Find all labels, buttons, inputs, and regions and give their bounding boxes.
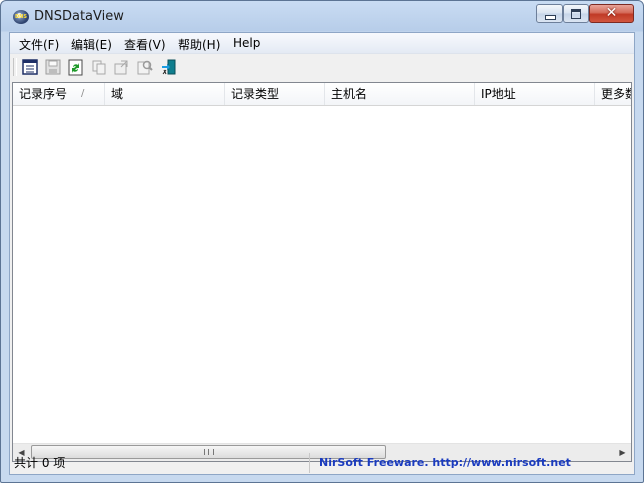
- column-label: IP地址: [481, 87, 516, 101]
- menu-edit[interactable]: 编辑(E): [71, 36, 112, 53]
- refresh-icon: [68, 59, 83, 76]
- find-button[interactable]: [136, 58, 154, 76]
- column-label: 更多数: [601, 87, 631, 101]
- column-host-name[interactable]: 主机名: [325, 83, 475, 105]
- column-label: 记录序号: [19, 87, 68, 101]
- column-label: 记录类型: [231, 87, 280, 101]
- list-body[interactable]: [13, 106, 631, 439]
- column-record-number[interactable]: 记录序号 /: [13, 83, 105, 105]
- menu-bar: 文件(F) 编辑(E) 查看(V) 帮助(H) Help: [10, 33, 634, 53]
- nirsoft-link[interactable]: NirSoft Freeware. http://www.nirsoft.net: [319, 453, 631, 473]
- maximize-button[interactable]: [563, 4, 589, 23]
- menu-help[interactable]: Help: [233, 36, 260, 50]
- find-icon: [137, 60, 153, 75]
- copy-button[interactable]: [90, 58, 108, 76]
- dns-globe-icon: DNS: [13, 10, 29, 24]
- copy-icon: [92, 60, 106, 75]
- toolbar: [10, 53, 634, 82]
- close-button[interactable]: ✕: [589, 4, 634, 23]
- properties-icon: [22, 59, 38, 75]
- dns-records-list[interactable]: 记录序号 / 域 记录类型 主机名 IP地址 更多数 ◀ ▶: [12, 82, 632, 462]
- client-area: 文件(F) 编辑(E) 查看(V) 帮助(H) Help 记录序号 / 域 记录…: [9, 32, 635, 475]
- menu-file[interactable]: 文件(F): [19, 36, 59, 53]
- minimize-icon: [545, 15, 556, 20]
- properties-button[interactable]: [21, 58, 39, 76]
- column-record-type[interactable]: 记录类型: [225, 83, 325, 105]
- column-label: 域: [111, 87, 124, 101]
- close-icon: ✕: [605, 5, 618, 21]
- status-bar: 共计 0 项 NirSoft Freeware. http://www.nirs…: [10, 453, 634, 474]
- column-domain[interactable]: 域: [105, 83, 225, 105]
- list-header: 记录序号 / 域 记录类型 主机名 IP地址 更多数: [13, 83, 631, 106]
- exit-button[interactable]: [159, 58, 177, 76]
- minimize-button[interactable]: [536, 4, 563, 23]
- window-title: DNSDataView: [34, 9, 124, 24]
- html-report-icon: [114, 60, 128, 75]
- exit-icon: [162, 59, 176, 75]
- status-item-count: 共计 0 项: [12, 453, 310, 473]
- maximize-icon: [571, 9, 581, 19]
- column-label: 主机名: [331, 87, 368, 101]
- column-ip-address[interactable]: IP地址: [475, 83, 595, 105]
- menu-help-zh[interactable]: 帮助(H): [178, 36, 220, 53]
- app-window: DNS DNSDataView ✕ 文件(F) 编辑(E) 查看(V) 帮助(H…: [0, 0, 644, 483]
- toolbar-grip[interactable]: [13, 58, 17, 76]
- column-more[interactable]: 更多数: [595, 83, 631, 105]
- save-button[interactable]: [44, 58, 62, 76]
- html-report-button[interactable]: [113, 58, 131, 76]
- title-bar[interactable]: DNS DNSDataView ✕: [1, 1, 643, 32]
- sort-indicator-icon: /: [81, 88, 85, 99]
- save-icon: [45, 59, 61, 75]
- refresh-button[interactable]: [67, 58, 85, 76]
- menu-view[interactable]: 查看(V): [124, 36, 166, 53]
